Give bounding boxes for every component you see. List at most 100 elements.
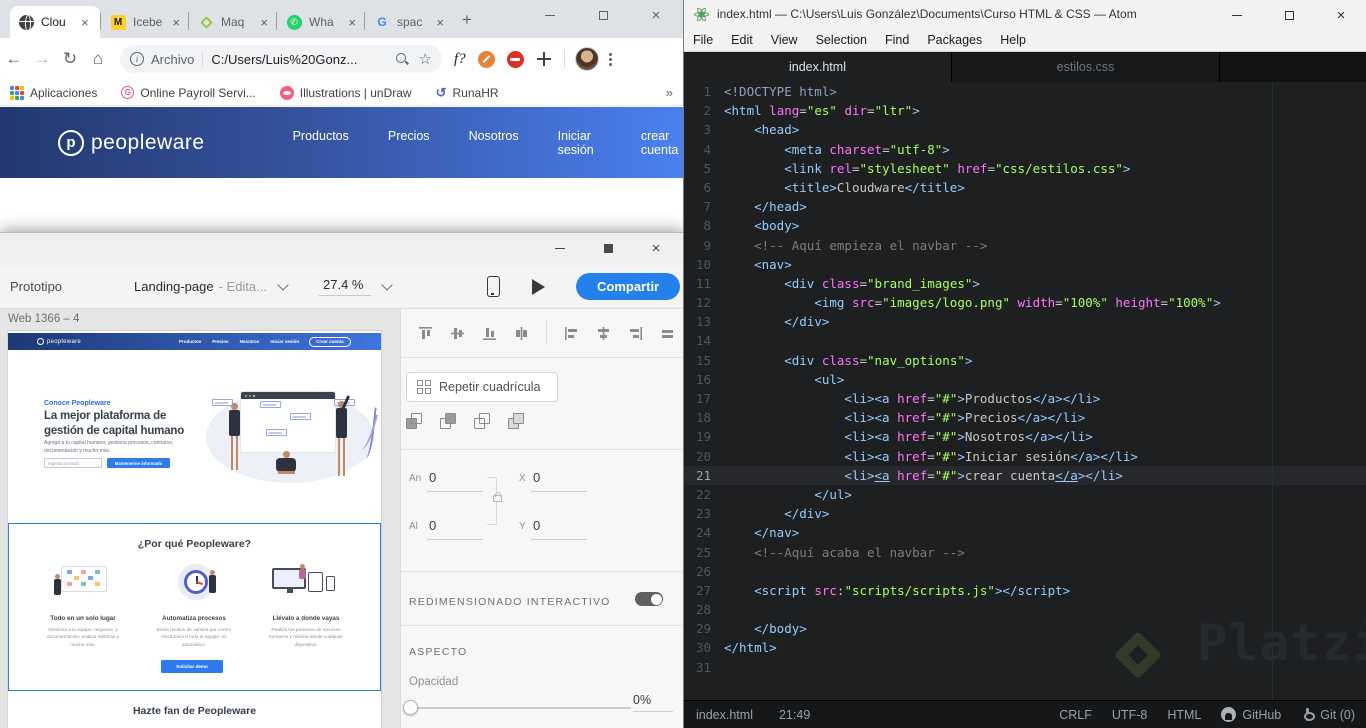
browser-tab-cloudware[interactable]: Clou × xyxy=(10,6,100,38)
nav-link-productos[interactable]: Productos xyxy=(293,129,349,157)
menu-file[interactable]: File xyxy=(684,33,722,47)
tab-close-icon[interactable]: × xyxy=(436,16,444,29)
responsive-resize-toggle[interactable] xyxy=(635,592,663,606)
repeat-grid-button[interactable]: Repetir cuadrícula xyxy=(406,372,558,402)
menu-selection[interactable]: Selection xyxy=(807,33,876,47)
code-line-12[interactable]: 12 <img src="images/logo.png" width="100… xyxy=(684,293,1366,312)
ruler-extension-icon[interactable] xyxy=(536,51,552,67)
code-line-20[interactable]: 20 <li><a href="#">Iniciar sesión</a></l… xyxy=(684,447,1366,466)
tab-close-icon[interactable]: × xyxy=(348,16,356,29)
chrome-minimize-button[interactable] xyxy=(527,0,573,30)
code-line-26[interactable]: 26 xyxy=(684,562,1366,581)
xd-maximize-button[interactable] xyxy=(586,234,630,262)
code-line-30[interactable]: 30 </html> xyxy=(684,638,1366,657)
menu-find[interactable]: Find xyxy=(876,33,918,47)
code-editor[interactable]: 1 <!DOCTYPE html> 2 <html lang="es" dir="lt… xyxy=(684,82,1366,700)
code-line-7[interactable]: 7 </head> xyxy=(684,197,1366,216)
page-info-icon[interactable]: i xyxy=(130,52,144,66)
y-value[interactable]: 0 xyxy=(533,518,540,533)
chevron-down-icon[interactable] xyxy=(381,278,393,291)
nav-link-precios[interactable]: Precios xyxy=(388,129,430,157)
address-bar[interactable]: i Archivo C:/Users/Luis%20Gonz... ☆ xyxy=(120,45,442,73)
browser-tab-miro[interactable]: M Icebe × xyxy=(102,6,188,38)
menu-view[interactable]: View xyxy=(762,33,807,47)
profile-avatar[interactable] xyxy=(574,47,599,71)
nav-link-nosotros[interactable]: Nosotros xyxy=(469,129,519,157)
opacity-value[interactable]: 0% xyxy=(633,693,673,712)
align-middle-vertical-icon[interactable] xyxy=(450,326,465,341)
code-line-31[interactable]: 31 xyxy=(684,658,1366,677)
code-line-9[interactable]: 9 <!-- Aquí empieza el navbar --> xyxy=(684,236,1366,255)
artboard-label[interactable]: Web 1366 – 4 xyxy=(8,313,79,325)
bookmark-undraw[interactable]: Illustrations | unDraw xyxy=(279,85,412,100)
code-line-6[interactable]: 6 <title>Cloudware</title> xyxy=(684,178,1366,197)
height-value[interactable]: 0 xyxy=(429,518,436,533)
code-line-1[interactable]: 1 <!DOCTYPE html> xyxy=(684,82,1366,101)
device-preview-icon[interactable] xyxy=(487,276,500,297)
atom-close-button[interactable]: × xyxy=(1318,0,1364,30)
code-line-2[interactable]: 2 <html lang="es" dir="ltr"> xyxy=(684,101,1366,120)
peopleware-logo[interactable]: p peopleware xyxy=(58,129,205,156)
bookmark-payroll[interactable]: G Online Payroll Servi... xyxy=(121,86,256,100)
bookmarks-overflow-icon[interactable]: » xyxy=(666,85,673,100)
chevron-down-icon[interactable] xyxy=(277,278,289,291)
code-line-24[interactable]: 24 </nav> xyxy=(684,523,1366,542)
code-line-4[interactable]: 4 <meta charset="utf-8"> xyxy=(684,140,1366,159)
code-line-11[interactable]: 11 <div class="brand_images"> xyxy=(684,274,1366,293)
reload-button[interactable]: ↻ xyxy=(56,49,84,69)
share-button[interactable]: Compartir xyxy=(576,273,681,300)
menu-edit[interactable]: Edit xyxy=(722,33,762,47)
status-git[interactable]: Git (0) xyxy=(1320,708,1355,722)
back-button[interactable]: ← xyxy=(0,49,28,69)
menu-help[interactable]: Help xyxy=(991,33,1035,47)
browser-tab-google[interactable]: G spac × xyxy=(366,6,452,38)
xd-document-name[interactable]: Landing-page xyxy=(134,279,214,294)
url-text[interactable]: C:/Users/Luis%20Gonz... xyxy=(211,52,388,67)
code-line-3[interactable]: 3 <head> xyxy=(684,120,1366,139)
nav-link-crear-cuenta[interactable]: crear cuenta xyxy=(641,129,683,157)
code-line-17[interactable]: 17 <li><a href="#">Productos</a></li> xyxy=(684,389,1366,408)
chrome-close-button[interactable]: × xyxy=(633,0,679,30)
zoom-page-icon[interactable] xyxy=(395,52,409,66)
why-section-selected[interactable]: ¿Por qué Peopleware? Todo en un solo lug… xyxy=(8,523,381,691)
lock-icon[interactable] xyxy=(493,492,502,502)
distribute-horizontal-icon[interactable] xyxy=(660,326,675,341)
distribute-vertical-icon[interactable] xyxy=(514,326,529,341)
bookmark-runahr[interactable]: ↺ RunaHR xyxy=(436,85,499,101)
atom-maximize-button[interactable] xyxy=(1266,0,1312,30)
status-encoding[interactable]: UTF-8 xyxy=(1112,708,1147,722)
editor-tab-index-html[interactable]: index.html xyxy=(684,52,952,82)
xd-close-button[interactable]: × xyxy=(634,234,678,262)
tab-close-icon[interactable]: × xyxy=(260,16,268,29)
code-line-18[interactable]: 18 <li><a href="#">Precios</a></li> xyxy=(684,408,1366,427)
code-line-29[interactable]: 29 </body> xyxy=(684,619,1366,638)
code-line-25[interactable]: 25 <!--Aquí acaba el navbar --> xyxy=(684,543,1366,562)
tab-close-icon[interactable]: × xyxy=(81,16,89,29)
new-tab-button[interactable]: + xyxy=(462,10,472,30)
chrome-menu-icon[interactable] xyxy=(608,52,612,66)
align-right-icon[interactable] xyxy=(628,326,643,341)
status-filename[interactable]: index.html xyxy=(696,708,753,722)
x-value[interactable]: 0 xyxy=(533,470,540,485)
code-line-27[interactable]: 27 <script src:"scripts/scripts.js"></sc… xyxy=(684,581,1366,600)
xd-minimize-button[interactable] xyxy=(538,234,582,262)
xd-zoom-input[interactable]: 27.4 % xyxy=(319,277,371,296)
code-line-13[interactable]: 13 </div> xyxy=(684,312,1366,331)
status-line-ending[interactable]: CRLF xyxy=(1059,708,1092,722)
code-line-14[interactable]: 14 xyxy=(684,331,1366,350)
align-center-horizontal-icon[interactable] xyxy=(596,326,611,341)
bool-subtract-icon[interactable] xyxy=(440,413,457,430)
chrome-maximize-button[interactable] xyxy=(580,0,626,30)
code-line-23[interactable]: 23 </div> xyxy=(684,504,1366,523)
home-button[interactable]: ⌂ xyxy=(84,49,112,69)
code-line-15[interactable]: 15 <div class="nav_options"> xyxy=(684,351,1366,370)
code-line-19[interactable]: 19 <li><a href="#">Nosotros</a></li> xyxy=(684,427,1366,446)
align-left-icon[interactable] xyxy=(564,326,579,341)
status-cursor-position[interactable]: 21:49 xyxy=(779,708,810,722)
align-bottom-icon[interactable] xyxy=(482,326,497,341)
status-grammar[interactable]: HTML xyxy=(1167,708,1201,722)
code-line-5[interactable]: 5 <link rel="stylesheet" href="css/estil… xyxy=(684,159,1366,178)
xd-mode-prototipo[interactable]: Prototipo xyxy=(10,279,62,294)
nav-link-iniciar-sesion[interactable]: Iniciar sesión xyxy=(558,129,602,157)
orange-extension-icon[interactable] xyxy=(477,50,495,68)
